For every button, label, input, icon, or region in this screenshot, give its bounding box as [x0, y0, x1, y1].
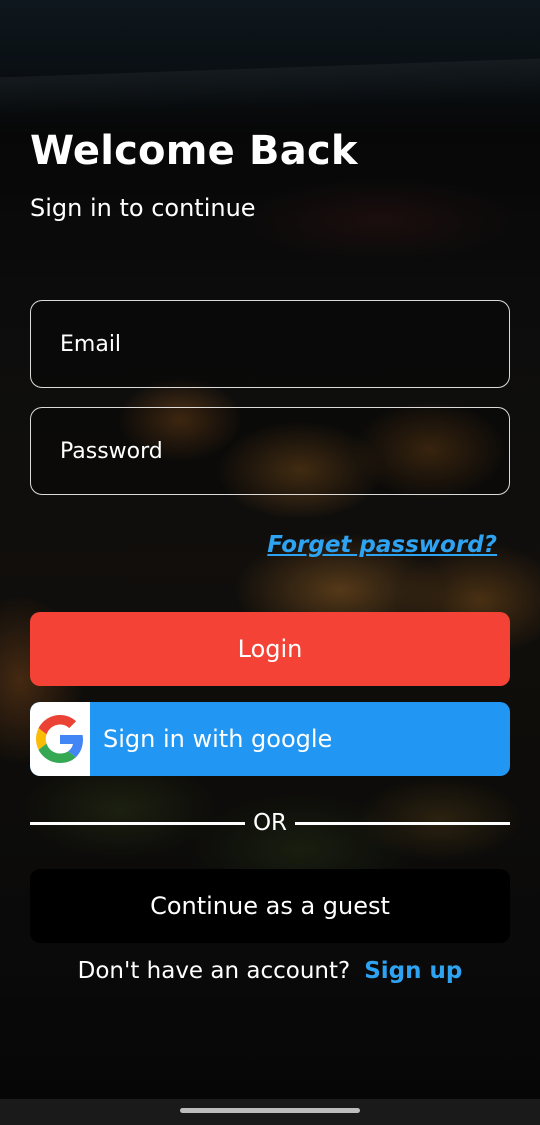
login-content: Welcome Back Sign in to continue Forget … — [0, 0, 540, 1125]
or-divider: OR — [30, 808, 510, 838]
email-input[interactable] — [31, 301, 509, 387]
home-indicator[interactable] — [180, 1108, 360, 1113]
email-field[interactable] — [30, 300, 510, 388]
page-subtitle: Sign in to continue — [30, 194, 256, 222]
divider-line-left — [30, 821, 245, 825]
divider-line-right — [295, 821, 510, 825]
google-logo-container — [30, 702, 90, 776]
page-title: Welcome Back — [30, 128, 358, 174]
forget-password-link[interactable]: Forget password? — [267, 532, 497, 558]
password-field[interactable] — [30, 407, 510, 495]
login-button[interactable]: Login — [30, 612, 510, 686]
password-input[interactable] — [31, 408, 509, 494]
signup-link[interactable]: Sign up — [364, 958, 462, 984]
signup-prompt: Don't have an account? Sign up — [0, 958, 540, 984]
system-navigation-bar — [0, 1099, 540, 1125]
no-account-text: Don't have an account? — [77, 958, 351, 984]
google-signin-label: Sign in with google — [103, 725, 333, 753]
google-signin-button[interactable]: Sign in with google — [30, 702, 510, 776]
login-screen: Welcome Back Sign in to continue Forget … — [0, 0, 540, 1125]
google-g-icon — [36, 715, 83, 763]
or-text: OR — [252, 810, 288, 836]
continue-as-guest-button[interactable]: Continue as a guest — [30, 869, 510, 943]
